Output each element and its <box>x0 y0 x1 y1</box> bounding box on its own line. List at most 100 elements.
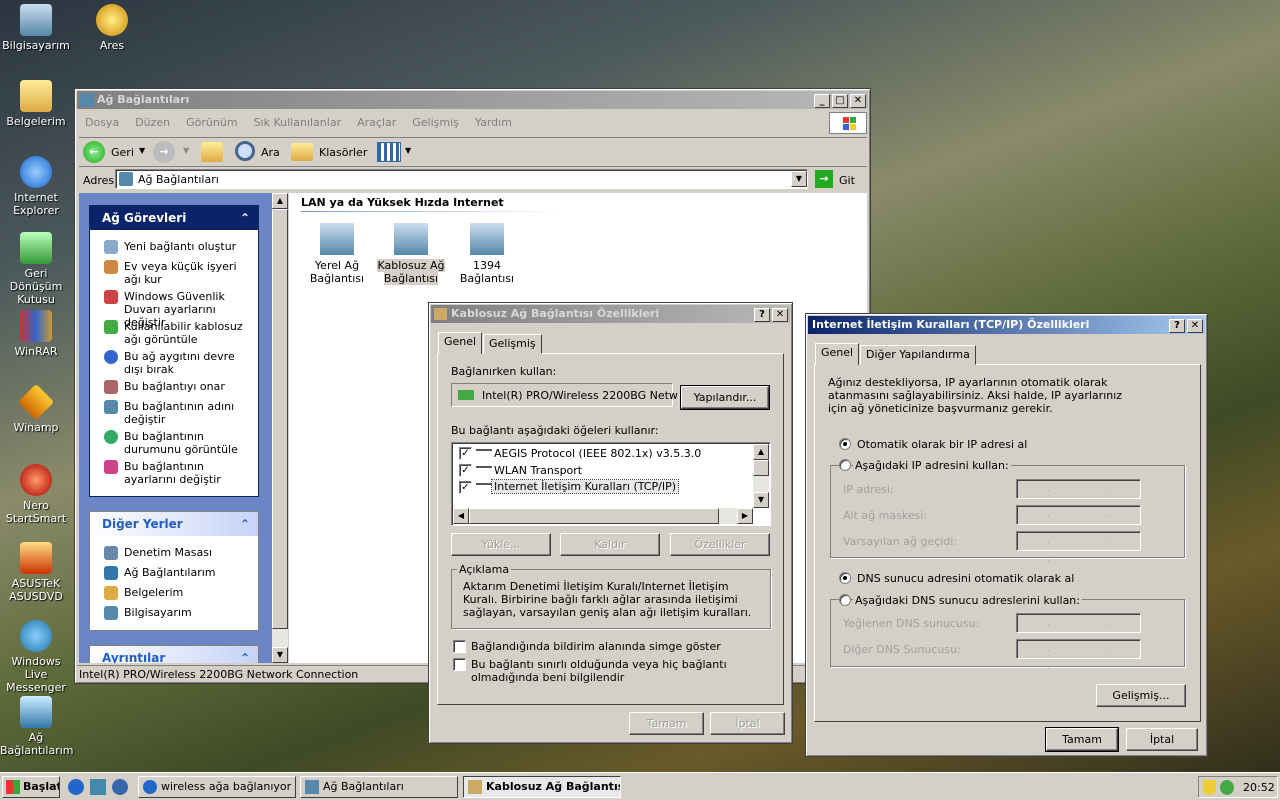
task-view-wireless[interactable]: Kullanılabilir kablosuz ağı görüntüle <box>100 320 250 346</box>
scroll-thumb[interactable] <box>469 508 719 524</box>
tcpip-properties-titlebar[interactable]: Internet İletişim Kuralları (TCP/IP) Öze… <box>808 316 1205 334</box>
connection-1394[interactable]: 1394 Bağlantısı <box>447 223 527 285</box>
component-checkbox-wlan[interactable]: ✓ <box>459 464 472 477</box>
configure-button[interactable]: Yapılandır... <box>680 385 770 410</box>
task-pane-scrollbar[interactable]: ▲ ▼ <box>272 193 288 663</box>
task-repair[interactable]: Bu bağlantıyı onar <box>100 380 250 394</box>
scroll-thumb[interactable] <box>272 209 288 629</box>
collapse-icon[interactable]: ⌃ <box>240 206 250 230</box>
auto-ip-radio[interactable] <box>839 438 851 450</box>
collapse-icon[interactable]: ⌃ <box>240 646 250 663</box>
tab-general[interactable]: Genel <box>438 332 483 354</box>
preferred-dns-input[interactable]: . . . <box>1016 613 1141 646</box>
menu-help[interactable]: Yardım <box>475 116 512 129</box>
place-network[interactable]: Ağ Bağlantılarım <box>100 566 250 580</box>
desktop-icon-ie[interactable]: Internet Explorer <box>0 156 72 217</box>
desktop-icon-messenger[interactable]: Windows Live Messenger <box>0 620 72 694</box>
wireless-properties-titlebar[interactable]: Kablosuz Ağ Bağlantısı Özellikleri ? ✕ <box>431 305 790 323</box>
advanced-button[interactable]: Gelişmiş... <box>1096 684 1186 707</box>
back-dropdown-icon[interactable]: ▼ <box>139 146 145 155</box>
task-change-settings[interactable]: Bu bağlantının ayarlarını değiştir <box>100 460 250 486</box>
scroll-down-icon[interactable]: ▼ <box>753 492 769 508</box>
messenger-tray-icon[interactable] <box>1220 780 1234 795</box>
close-button[interactable]: ✕ <box>772 308 788 322</box>
components-scrollbar-h[interactable]: ◀ ▶ <box>453 508 753 524</box>
task-view-status[interactable]: Bu bağlantının durumunu görüntüle <box>100 430 250 456</box>
task-new-connection[interactable]: Yeni bağlantı oluştur <box>100 240 250 254</box>
scroll-thumb[interactable] <box>753 460 769 476</box>
scroll-up-icon[interactable]: ▲ <box>753 444 769 460</box>
taskbar-item-wireless-properties[interactable]: Kablosuz Ağ Bağlantıs... <box>463 776 621 798</box>
manual-ip-label[interactable]: Aşağıdaki IP adresini kullan: <box>853 459 1011 472</box>
explorer-titlebar[interactable]: Ağ Bağlantıları _ □ ✕ <box>77 91 868 109</box>
go-button-label[interactable]: Git <box>839 174 855 187</box>
taskbar-item-network-connections[interactable]: Ağ Bağlantıları <box>300 776 458 798</box>
scroll-up-icon[interactable]: ▲ <box>272 193 288 209</box>
place-documents[interactable]: Belgelerim <box>100 586 250 600</box>
desktop-icon-documents[interactable]: Belgelerim <box>0 80 72 128</box>
component-tcpip[interactable]: Internet İletişim Kuralları (TCP/IP) <box>491 479 679 494</box>
search-button-label[interactable]: Ara <box>261 146 280 159</box>
manual-dns-radio[interactable] <box>839 594 851 606</box>
details-header[interactable]: Ayrıntılar ⌃ <box>90 646 258 663</box>
outlook-quicklaunch-icon[interactable] <box>90 779 106 795</box>
folders-button-label[interactable]: Klasörler <box>319 146 367 159</box>
views-dropdown-icon[interactable]: ▼ <box>405 146 411 155</box>
install-button[interactable]: Yükle... <box>451 533 551 556</box>
go-arrow-icon[interactable]: → <box>815 170 833 188</box>
desktop-icon-asusdvd[interactable]: ASUSTeK ASUSDVD <box>0 542 72 603</box>
connection-wireless[interactable]: Kablosuz Ağ Bağlantısı <box>371 223 451 285</box>
close-button[interactable]: ✕ <box>1187 319 1203 333</box>
place-control-panel[interactable]: Denetim Masası <box>100 546 250 560</box>
menu-favorites[interactable]: Sık Kullanılanlar <box>254 116 342 129</box>
menu-view[interactable]: Görünüm <box>186 116 237 129</box>
notify-checkbox[interactable] <box>453 658 466 671</box>
desktop-icon-winamp[interactable]: Winamp <box>0 383 72 434</box>
task-home-network[interactable]: Ev veya küçük işyeri ağı kur <box>100 260 250 286</box>
tab-advanced[interactable]: Gelişmiş <box>483 334 542 354</box>
up-folder-icon[interactable] <box>201 142 223 162</box>
network-tasks-header[interactable]: Ağ Görevleri ⌃ <box>90 206 258 230</box>
uninstall-button[interactable]: Kaldır <box>560 533 660 556</box>
subnet-input[interactable]: . . . <box>1016 505 1141 538</box>
ok-button[interactable]: Tamam <box>629 712 704 735</box>
maximize-button[interactable]: □ <box>832 94 848 108</box>
task-rename[interactable]: Bu bağlantının adını değiştir <box>100 400 250 426</box>
close-button[interactable]: ✕ <box>850 94 866 108</box>
views-icon[interactable] <box>377 142 401 162</box>
auto-ip-label[interactable]: Otomatik olarak bir IP adresi al <box>857 438 1027 451</box>
minimize-button[interactable]: _ <box>814 94 830 108</box>
show-icon-label[interactable]: Bağlandığında bildirim alanında simge gö… <box>471 640 721 653</box>
desktop-icon-ares[interactable]: Ares <box>76 4 148 52</box>
place-my-computer[interactable]: Bilgisayarım <box>100 606 250 620</box>
cancel-button[interactable]: İptal <box>710 712 785 735</box>
properties-button[interactable]: Özellikler <box>670 533 770 556</box>
back-button-label[interactable]: Geri <box>111 146 134 159</box>
gateway-input[interactable]: . . . <box>1016 531 1141 564</box>
component-checkbox-tcpip[interactable]: ✓ <box>459 481 472 494</box>
manual-ip-radio[interactable] <box>839 459 851 471</box>
scroll-right-icon[interactable]: ▶ <box>737 508 753 524</box>
ie-quicklaunch-icon[interactable] <box>68 779 84 795</box>
folders-icon[interactable] <box>291 143 313 161</box>
auto-dns-radio[interactable] <box>839 572 851 584</box>
start-button[interactable]: Başlat <box>2 776 60 798</box>
desktop-icon-network[interactable]: Ağ Bağlantılarım <box>0 696 74 757</box>
desktop-icon-recycle-bin[interactable]: Geri Dönüşüm Kutusu <box>0 232 72 306</box>
component-wlan[interactable]: WLAN Transport <box>494 464 582 477</box>
forward-dropdown-icon[interactable]: ▼ <box>183 146 189 155</box>
tab-general[interactable]: Genel <box>815 343 860 365</box>
media-player-quicklaunch-icon[interactable] <box>112 779 128 795</box>
taskbar-item-browser[interactable]: wireless ağa bağlanıyor ... <box>138 776 296 798</box>
menu-advanced[interactable]: Gelişmiş <box>412 116 459 129</box>
address-input[interactable]: Ağ Bağlantıları ▼ <box>115 169 808 189</box>
tab-alternate-config[interactable]: Diğer Yapılandırma <box>860 345 976 365</box>
component-aegis[interactable]: AEGIS Protocol (IEEE 802.1x) v3.5.3.0 <box>494 447 701 460</box>
components-scrollbar-v[interactable]: ▲ ▼ <box>753 444 769 508</box>
ip-address-input[interactable]: . . . <box>1016 479 1141 512</box>
collapse-icon[interactable]: ⌃ <box>240 512 250 536</box>
manual-dns-label[interactable]: Aşağıdaki DNS sunucu adreslerini kullan: <box>853 594 1082 607</box>
show-icon-checkbox[interactable] <box>453 640 466 653</box>
connection-local[interactable]: Yerel Ağ Bağlantısı <box>297 223 377 285</box>
cancel-button[interactable]: İptal <box>1126 728 1198 751</box>
